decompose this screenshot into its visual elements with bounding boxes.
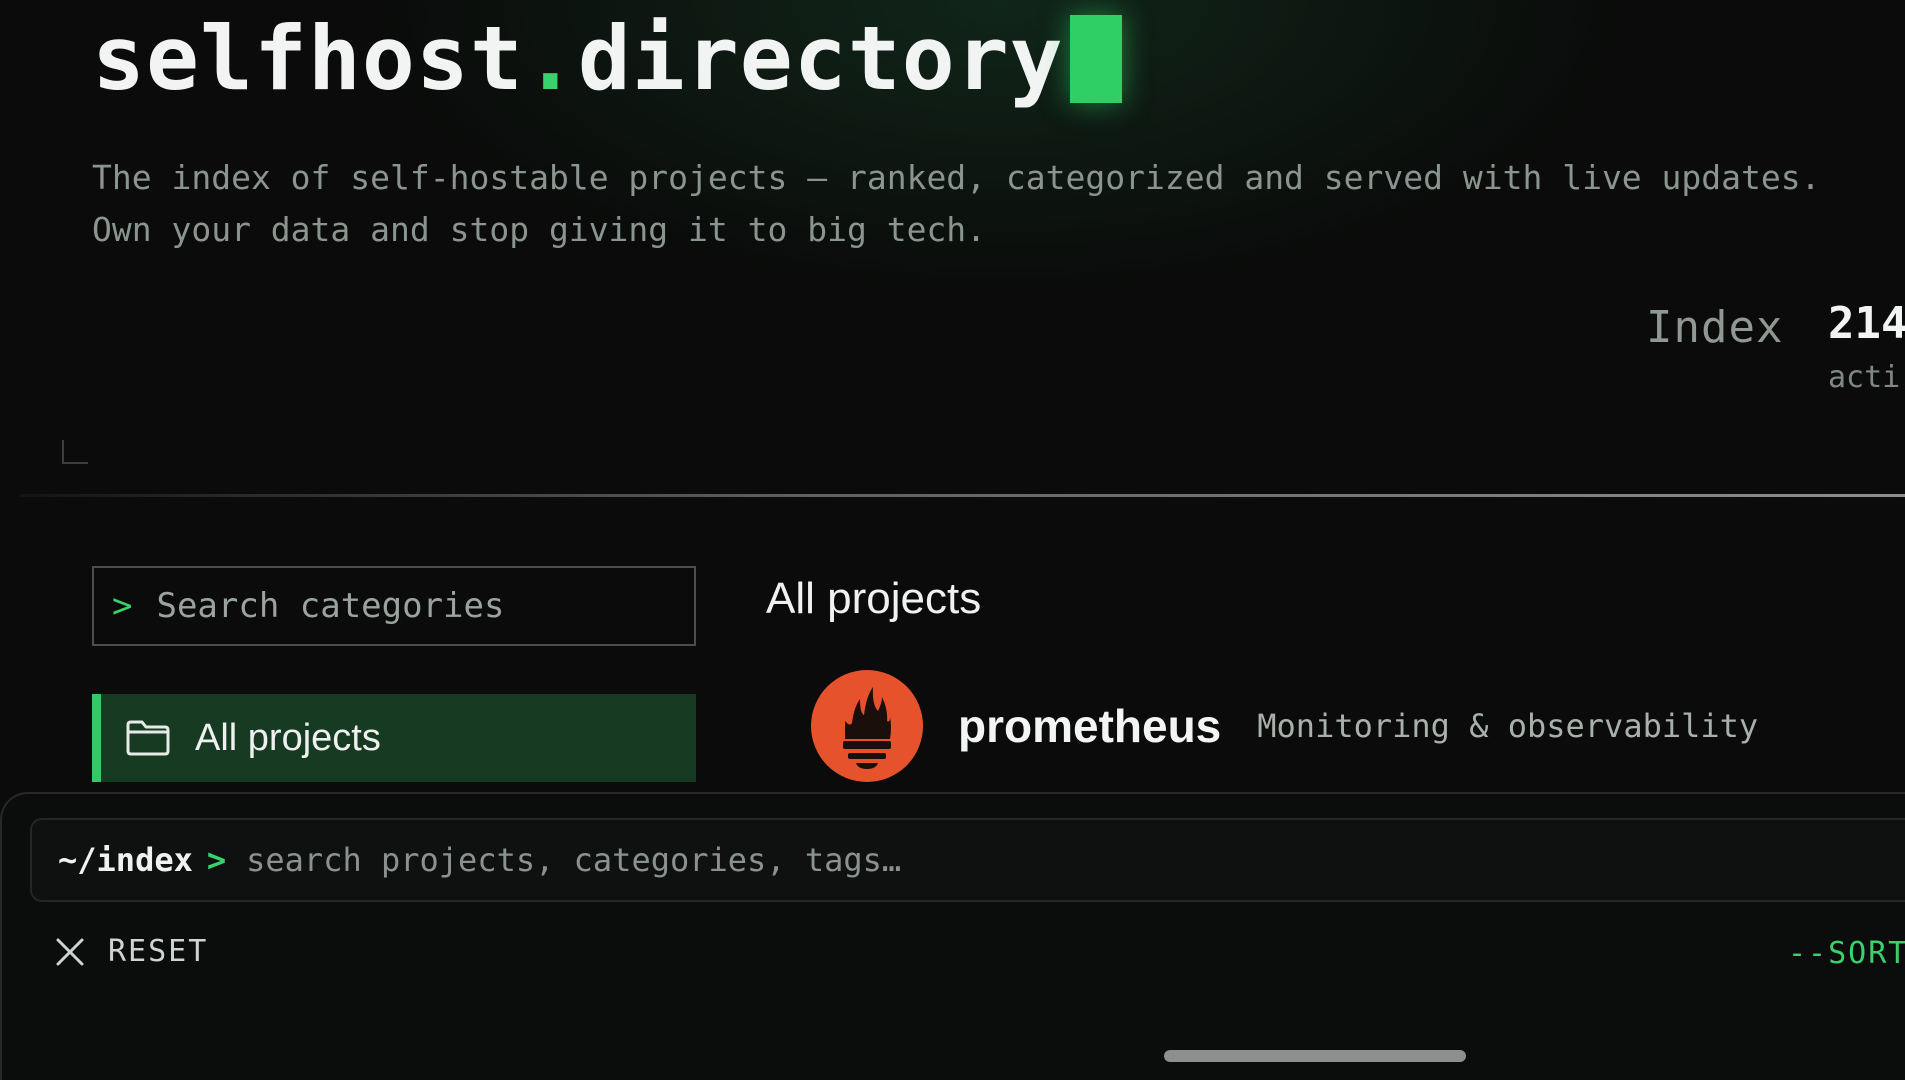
command-caret: > [206,841,227,879]
index-stat-label: Index [1646,302,1784,353]
index-stat-value: 214 [1828,298,1905,349]
index-stat-sublabel: acti [1828,360,1901,395]
corner-bracket-decoration [62,440,88,464]
command-path: ~/index [58,841,193,879]
terminal-cursor-block [1069,15,1122,103]
section-heading: All projects [766,574,982,623]
sidebar-item-all-projects[interactable]: All projects [92,694,696,782]
sort-toggle[interactable]: --SORT [1788,936,1905,971]
project-search-input[interactable] [246,841,1547,879]
reset-button[interactable]: RESET [54,934,208,969]
command-panel: ~/index > RESET --SORT [0,792,1905,1080]
site-title: selfhost. directory [92,4,1122,114]
site-title-suffix: directory [577,7,1064,110]
category-search-input[interactable]: > Search categories [92,566,696,646]
tagline-line-2: Own your data and stop giving it to big … [92,210,987,249]
header-divider [20,494,1905,497]
project-name: prometheus [958,700,1222,752]
tagline-line-1: The index of self-hostable projects — ra… [92,158,1821,197]
close-icon [56,938,84,965]
folder-icon [126,720,170,756]
home-indicator-bar[interactable] [1164,1050,1466,1062]
sidebar-item-label: All projects [195,716,381,759]
tagline: The index of self-hostable projects — ra… [92,152,1821,256]
project-list-item[interactable]: prometheus Monitoring & observability [810,668,1758,784]
site-title-prefix: selfhost [92,7,524,110]
reset-button-label: RESET [108,934,209,969]
site-title-dot: . [523,7,578,110]
project-category: Monitoring & observability [1257,707,1759,745]
prometheus-logo-icon [811,670,923,782]
command-bar[interactable]: ~/index > [30,818,1905,902]
category-search-placeholder: Search categories [156,586,505,626]
category-search-prompt: > [112,586,133,626]
